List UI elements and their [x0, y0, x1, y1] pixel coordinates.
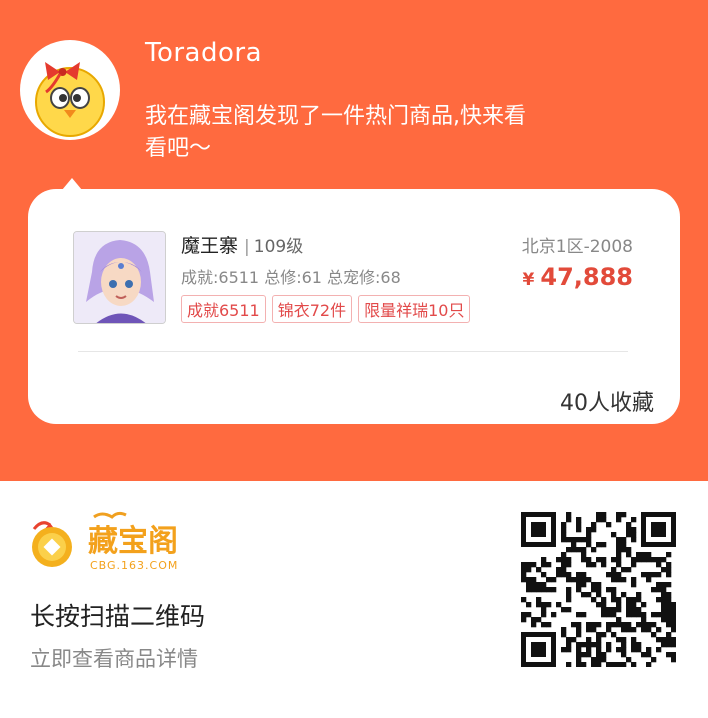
scan-title: 长按扫描二维码 [30, 602, 206, 631]
user-avatar[interactable] [20, 40, 120, 140]
share-header: Toradora 我在藏宝阁发现了一件热门商品,快来看看吧～ 魔王寨 | 109级 … [0, 0, 708, 481]
cbg-logo: 藏宝阁 CBG.163.COM [28, 509, 208, 573]
logo-text: 藏宝阁 [88, 524, 178, 559]
role-info: 魔王寨 | 109级 [181, 231, 303, 258]
price: ¥47,888 [523, 263, 633, 291]
role-separator: | [244, 237, 250, 257]
cbg-logo-icon: 藏宝阁 CBG.163.COM [32, 511, 178, 572]
tag-outfits: 锦衣72件 [271, 295, 353, 323]
scan-subtitle: 立即查看商品详情 [30, 647, 198, 671]
price-value: 47,888 [540, 263, 633, 291]
product-card[interactable]: 魔王寨 | 109级 成就:6511 总修:61 总宠修:68 成就6511 锦衣7… [28, 189, 680, 424]
role-level: 109级 [253, 237, 304, 257]
character-portrait-icon [74, 232, 165, 323]
qr-code-icon[interactable] [521, 512, 676, 667]
server-name: 北京1区-2008 [521, 237, 633, 257]
username: Toradora [145, 38, 263, 68]
role-name: 魔王寨 [181, 235, 239, 257]
tag-achievement: 成就6511 [181, 295, 266, 323]
logo-url: CBG.163.COM [90, 559, 178, 572]
role-stats: 成就:6511 总修:61 总宠修:68 [181, 268, 401, 287]
share-footer: 藏宝阁 CBG.163.COM 长按扫描二维码 立即查看商品详情 [0, 481, 708, 718]
currency-symbol: ¥ [522, 270, 535, 290]
character-thumbnail[interactable] [73, 231, 166, 324]
tag-list: 成就6511 锦衣72件 限量祥瑞10只 [181, 295, 471, 323]
card-divider [78, 351, 628, 352]
tag-limited-pets: 限量祥瑞10只 [358, 295, 471, 323]
chick-avatar-icon [35, 62, 105, 137]
collect-count: 40人收藏 [560, 391, 654, 416]
share-message: 我在藏宝阁发现了一件热门商品,快来看看吧～ [145, 104, 526, 161]
